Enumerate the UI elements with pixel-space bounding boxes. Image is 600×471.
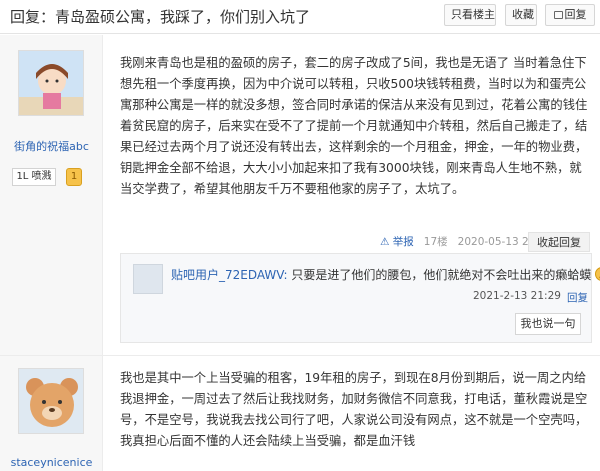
sub-reply-text: 只要是进了他们的腰包，他们就绝对不会吐出来的癞蛤蟆 (291, 268, 592, 282)
post-content: 我也是其中一个上当受骗的租客，19年租的房子，到现在8月份到期后，说一周之内给我… (120, 368, 590, 452)
report-link[interactable]: ⚠ 举报 (380, 236, 414, 248)
avatar[interactable] (18, 50, 84, 116)
sub-reply-link[interactable]: 回复 (567, 290, 588, 305)
favorite-button[interactable]: 收藏 (505, 4, 537, 26)
report-label: 举报 (392, 236, 414, 248)
reply-button[interactable]: 回复 (545, 4, 595, 26)
reply-button-label: 回复 (564, 8, 587, 21)
avatar-image-icon (19, 51, 83, 115)
sub-reply-avatar[interactable] (133, 264, 163, 294)
username[interactable]: staceynicenice (0, 456, 103, 469)
sub-reply-content: 贴吧用户_72EDAWV: 只要是进了他们的腰包，他们就绝对不会吐出来的癞蛤蟆 (171, 266, 600, 283)
floor-number: 17楼 (423, 236, 448, 248)
sub-reply-time: 2021-2-13 21:29 (473, 290, 561, 302)
post-content: 我刚来青岛也是租的盈硕的房子，套二的房子改成了5间，我也是无语了 当时着急住下 … (120, 53, 590, 200)
level-badge: 1L 喷溅 (12, 168, 56, 186)
sub-reply-user[interactable]: 贴吧用户_72EDAWV: (171, 268, 288, 282)
smile-emoji-icon (595, 267, 600, 281)
avatar[interactable] (18, 368, 84, 434)
post-divider (0, 355, 600, 356)
rank-badge: 1 (66, 168, 82, 186)
reply-icon (553, 11, 563, 19)
post-text: 我也是其中一个上当受骗的租客，19年租的房子，到现在8月份到期后，说一周之内给我… (120, 371, 588, 448)
sub-reply-box: 贴吧用户_72EDAWV: 只要是进了他们的腰包，他们就绝对不会吐出来的癞蛤蟆 … (120, 253, 600, 343)
fold-reply-button[interactable]: 收起回复 (528, 232, 590, 252)
say-something-button[interactable]: 我也说一句 (515, 313, 581, 335)
only-op-button[interactable]: 只看楼主 (444, 4, 496, 26)
thread-title: 回复：青岛盈硕公寓，我踩了，你们别入坑了 (10, 8, 311, 26)
username[interactable]: 街角的祝福abc (0, 138, 103, 154)
post-meta: ⚠ 举报 17楼 2020-05-13 21:11 (380, 234, 552, 249)
avatar-bear-icon (19, 369, 83, 433)
title-bar: 回复：青岛盈硕公寓，我踩了，你们别入坑了 只看楼主 收藏 回复 (0, 0, 600, 34)
post-text: 我刚来青岛也是租的盈硕的房子，套二的房子改成了5间，我也是无语了 当时着急住下 … (120, 56, 588, 196)
